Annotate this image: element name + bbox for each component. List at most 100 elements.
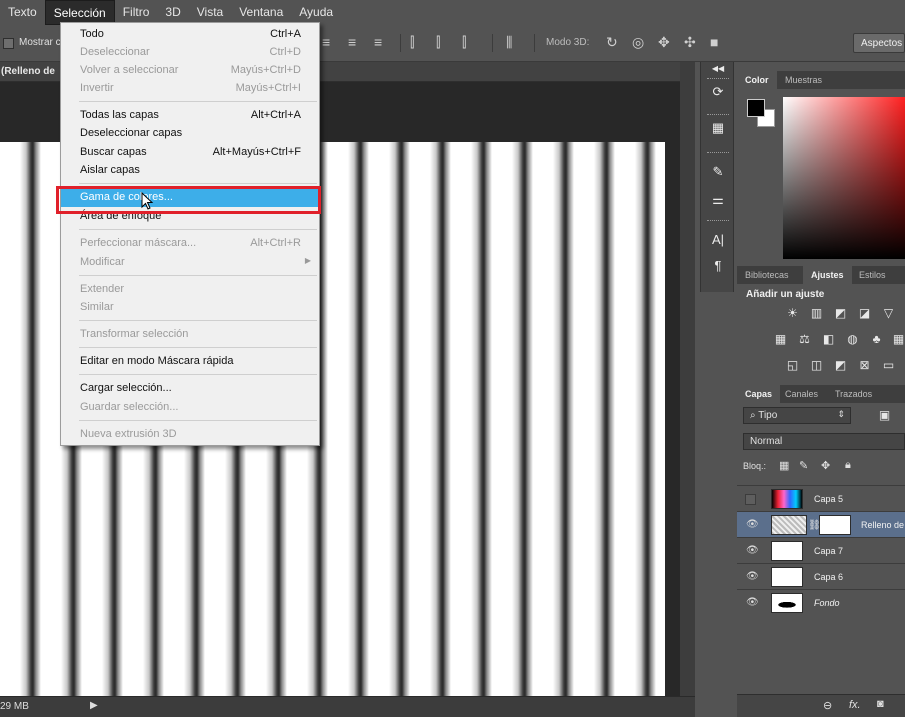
eye-icon[interactable]: 👁︎	[746, 545, 759, 556]
eye-icon[interactable]: 👁︎	[746, 571, 759, 582]
search-icon: ⌕	[750, 410, 759, 421]
brightness-icon[interactable]: ☀	[785, 307, 800, 320]
color-spectrum[interactable]	[783, 97, 905, 259]
posterize-icon[interactable]: ◫	[809, 359, 824, 372]
hue-saturation-icon[interactable]: ▦	[773, 333, 788, 346]
layer-name: Capa 5	[814, 494, 844, 504]
tab-swatches[interactable]: Muestras	[777, 71, 830, 89]
tab-styles[interactable]: Estilos	[851, 266, 894, 284]
align-left-icon[interactable]: ⫿	[410, 34, 414, 51]
gradient-map-icon[interactable]: ▭	[881, 359, 896, 372]
vertical-scrollbar[interactable]	[680, 62, 695, 696]
menu-item-volver-a-seleccionar[interactable]: Volver a seleccionar Mayús+Ctrl+D	[61, 62, 319, 80]
character-icon[interactable]: A|	[707, 232, 729, 250]
rotate-3d-icon[interactable]: ↻	[606, 34, 618, 51]
color-lookup-icon[interactable]: ▦	[891, 333, 905, 346]
scale-3d-icon[interactable]: ■	[710, 34, 718, 50]
distribute-icon[interactable]: ⫼	[506, 34, 512, 51]
menu-item-nueva-extrusion-3d[interactable]: Nueva extrusión 3D	[61, 426, 319, 444]
layer-row[interactable]: 👁︎ Capa 7	[737, 537, 905, 563]
document-size: 29 MB	[0, 701, 29, 712]
menu-item-todas-las-capas[interactable]: Todas las capas Alt+Ctrl+A	[61, 107, 319, 125]
curves-icon[interactable]: ◩	[833, 307, 848, 320]
tab-channels[interactable]: Canales	[777, 385, 826, 403]
menu-item-aislar-capas[interactable]: Aislar capas	[61, 162, 319, 180]
align-vcenter-icon[interactable]: ≡	[348, 34, 356, 50]
workspace-button[interactable]: Aspectos	[853, 33, 905, 53]
menu-item-cargar-seleccion[interactable]: Cargar selección...	[61, 380, 319, 398]
eye-icon[interactable]: 👁︎	[746, 519, 759, 530]
brush-settings-icon[interactable]: ⚌	[707, 192, 729, 210]
tab-layers[interactable]: Capas	[737, 385, 781, 403]
tab-adjustments[interactable]: Ajustes	[803, 266, 852, 284]
tab-color[interactable]: Color	[737, 71, 777, 89]
exposure-icon[interactable]: ◪	[857, 307, 872, 320]
align-bottom-icon[interactable]: ≡	[374, 34, 382, 50]
show-transform-checkbox[interactable]	[3, 38, 14, 49]
photo-filter-icon[interactable]: ◍	[845, 333, 860, 346]
threshold-icon[interactable]: ◩	[833, 359, 848, 372]
menu-item-extender[interactable]: Extender	[61, 281, 319, 299]
menu-item-deseleccionar[interactable]: Deseleccionar Ctrl+D	[61, 44, 319, 62]
color-balance-icon[interactable]: ⚖	[797, 333, 812, 346]
selective-color-icon[interactable]: ⊠	[857, 359, 872, 372]
visibility-off-toggle[interactable]	[745, 494, 756, 505]
menu-item-similar[interactable]: Similar	[61, 299, 319, 317]
channel-mixer-icon[interactable]: ♣	[869, 333, 884, 346]
lock-transparent-icon[interactable]: ▦	[779, 459, 789, 472]
menu-item-modificar[interactable]: Modificar ▶	[61, 254, 319, 272]
slide-3d-icon[interactable]: ✣	[684, 34, 696, 51]
lock-pixels-icon[interactable]: ✎	[799, 459, 808, 472]
mouse-pointer-icon	[141, 192, 154, 210]
layer-row[interactable]: 👁︎ ⛓ Relleno de	[737, 511, 905, 537]
levels-icon[interactable]: ▥	[809, 307, 824, 320]
menu-item-editar-mascara-rapida[interactable]: Editar en modo Máscara rápida	[61, 353, 319, 371]
status-menu-arrow-icon[interactable]: ▶	[90, 700, 98, 711]
menu-item-label: Editar en modo Máscara rápida	[80, 355, 234, 367]
menu-item-todo[interactable]: Todo Ctrl+A	[61, 26, 319, 44]
fx-icon[interactable]: fx.	[849, 699, 861, 711]
paragraph-icon[interactable]: ¶	[707, 258, 729, 276]
menu-item-label: Modificar	[80, 256, 125, 268]
invert-icon[interactable]: ◱	[785, 359, 800, 372]
menu-item-invertir[interactable]: Invertir Mayús+Ctrl+I	[61, 80, 319, 98]
align-right-icon[interactable]: ⫿	[462, 34, 466, 51]
layer-row[interactable]: 👁︎ Fondo	[737, 589, 905, 615]
menu-item-buscar-capas[interactable]: Buscar capas Alt+Mayús+Ctrl+F	[61, 144, 319, 162]
lock-position-icon[interactable]: ✥	[821, 459, 830, 472]
add-mask-icon[interactable]: ◙	[877, 698, 884, 710]
tab-libraries[interactable]: Bibliotecas	[737, 266, 797, 284]
menu-item-deseleccionar-capas[interactable]: Deseleccionar capas	[61, 125, 319, 143]
menu-item-guardar-seleccion[interactable]: Guardar selección...	[61, 399, 319, 417]
layer-row[interactable]: 👁︎ Capa 6	[737, 563, 905, 589]
menu-texto[interactable]: Texto	[0, 0, 45, 25]
layer-mask-thumbnail[interactable]	[819, 515, 851, 535]
brush-presets-icon[interactable]: ✎	[707, 164, 729, 182]
align-top-icon[interactable]: ≡	[322, 34, 330, 50]
filter-image-icon[interactable]: ▣	[877, 409, 892, 422]
roll-3d-icon[interactable]: ◎	[632, 34, 644, 51]
layer-filter-select[interactable]: ⌕ Tipo ⇕	[743, 407, 851, 424]
align-hcenter-icon[interactable]: ⫿	[436, 34, 440, 51]
properties-icon[interactable]: ▦	[707, 120, 729, 138]
drag-3d-icon[interactable]: ✥	[658, 34, 670, 51]
foreground-color-swatch[interactable]	[747, 99, 765, 117]
layer-row[interactable]: Capa 5	[737, 485, 905, 511]
black-white-icon[interactable]: ◧	[821, 333, 836, 346]
tab-paths[interactable]: Trazados	[827, 385, 880, 403]
menu-item-perfeccionar-mascara[interactable]: Perfeccionar máscara... Alt+Ctrl+R	[61, 235, 319, 253]
eye-icon[interactable]: 👁︎	[746, 597, 759, 608]
menu-item-transformar-seleccion[interactable]: Transformar selección	[61, 326, 319, 344]
history-icon[interactable]: ⟳	[707, 84, 729, 102]
menu-item-label: Perfeccionar máscara...	[80, 237, 197, 249]
layer-thumbnail	[771, 541, 803, 561]
blend-mode-select[interactable]: Normal	[743, 433, 905, 450]
vibrance-icon[interactable]: ▽	[881, 307, 896, 320]
layer-name: Relleno de	[861, 520, 905, 530]
lock-all-icon[interactable]: 🔒︎	[845, 459, 851, 472]
menu-item-label: Deseleccionar capas	[80, 127, 183, 139]
layer-filter-label: Tipo	[758, 410, 778, 421]
link-layers-icon[interactable]: ⊖	[823, 699, 832, 712]
menu-item-label: Aislar capas	[80, 164, 140, 176]
menu-item-shortcut: Mayús+Ctrl+I	[235, 82, 301, 94]
